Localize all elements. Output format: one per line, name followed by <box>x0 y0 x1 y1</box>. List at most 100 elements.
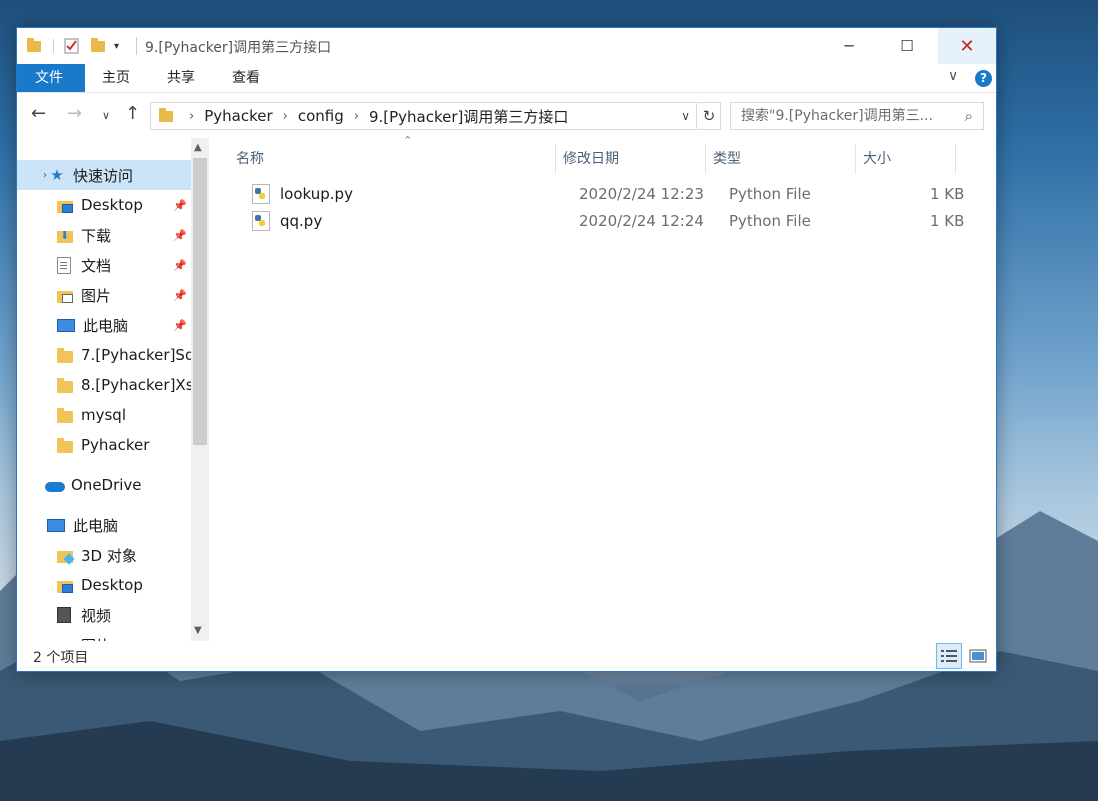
nav-item-documents[interactable]: 文档 📌 <box>17 250 210 280</box>
navigation-scrollbar[interactable]: ▲ ▼ <box>191 138 209 641</box>
column-divider[interactable] <box>555 144 556 174</box>
tab-home[interactable]: 主页 <box>86 64 146 92</box>
file-row-qq[interactable]: qq.py 2020/2/24 12:24 Python File 1 KB <box>222 208 996 234</box>
breadcrumb-separator-icon[interactable]: › <box>283 109 288 124</box>
up-arrow-icon[interactable]: ↑ <box>125 103 140 124</box>
computer-icon <box>47 518 65 532</box>
nav-item-downloads[interactable]: 下载 📌 <box>17 220 210 250</box>
back-arrow-icon[interactable]: ← <box>31 103 46 124</box>
column-divider[interactable] <box>705 144 706 174</box>
nav-item-pyhacker[interactable]: Pyhacker <box>17 430 210 460</box>
pin-icon: 📌 <box>173 228 187 242</box>
nav-item-videos[interactable]: 视频 <box>17 600 210 630</box>
search-input[interactable] <box>739 107 953 125</box>
help-icon[interactable]: ? <box>975 70 992 87</box>
nav-item-desktop[interactable]: Desktop 📌 <box>17 190 210 220</box>
column-header-size[interactable]: 大小 <box>863 144 891 174</box>
search-icon[interactable]: ⌕ <box>965 107 973 125</box>
breadcrumb-separator-icon[interactable]: › <box>354 109 359 124</box>
pictures-folder-icon <box>57 290 73 303</box>
pin-icon: 📌 <box>173 288 187 302</box>
nav-quick-access[interactable]: › ★ 快速访问 <box>17 160 191 190</box>
desktop-folder-icon <box>57 200 73 213</box>
nav-item-label: mysql <box>81 406 126 424</box>
breadcrumb-current-folder[interactable]: 9.[Pyhacker]调用第三方接口 <box>369 106 568 127</box>
nav-onedrive[interactable]: OneDrive <box>17 470 210 500</box>
column-header-name[interactable]: 名称 <box>236 144 264 174</box>
document-icon <box>57 256 71 274</box>
file-row-lookup[interactable]: lookup.py 2020/2/24 12:23 Python File 1 … <box>222 181 996 207</box>
pin-icon: 📌 <box>173 318 187 332</box>
3d-objects-icon <box>57 550 73 563</box>
nav-item-label: 视频 <box>81 606 112 625</box>
nav-item-label: 8.[Pyhacker]Xss <box>81 376 202 394</box>
navigation-bar: ← → ∨ ↑ › Pyhacker › config › 9.[Pyhacke… <box>17 93 996 137</box>
nav-item-label: Pyhacker <box>81 436 150 454</box>
file-type: Python File <box>729 212 811 230</box>
new-folder-icon[interactable] <box>91 37 105 55</box>
pin-icon: 📌 <box>173 198 187 212</box>
video-icon <box>57 607 71 623</box>
breadcrumb-config[interactable]: config <box>298 107 344 125</box>
navigation-pane: › ★ 快速访问 Desktop 📌 下载 📌 文档 📌 图片 📌 此电脑 <box>17 138 210 641</box>
expand-chevron-icon[interactable]: › <box>17 170 47 181</box>
nav-item-label: Desktop <box>81 196 143 214</box>
file-name: lookup.py <box>280 185 353 203</box>
breadcrumb-pyhacker[interactable]: Pyhacker <box>204 107 272 125</box>
tab-file[interactable]: 文件 <box>17 64 85 92</box>
star-icon: ★ <box>50 166 64 184</box>
properties-icon[interactable] <box>64 37 80 55</box>
nav-item-folder-7[interactable]: 7.[Pyhacker]Sql <box>17 340 210 370</box>
details-view-button[interactable] <box>936 643 962 669</box>
column-divider[interactable] <box>855 144 856 174</box>
nav-item-label: 7.[Pyhacker]Sql <box>81 346 199 364</box>
nav-item-label: 文档 <box>81 256 112 275</box>
scrollbar-thumb[interactable] <box>193 158 207 445</box>
nav-item-pc-pictures[interactable]: 图片 <box>17 630 210 641</box>
file-list: ⌃ 名称 修改日期 类型 大小 lookup.py 2020/2/24 12:2… <box>222 134 996 641</box>
python-file-icon <box>252 184 270 204</box>
address-bar[interactable]: › Pyhacker › config › 9.[Pyhacker]调用第三方接… <box>150 102 697 130</box>
forward-arrow-icon[interactable]: → <box>67 103 82 124</box>
column-header-type[interactable]: 类型 <box>713 144 741 174</box>
ribbon-tabs: 文件 主页 共享 查看 ∨ ? <box>17 64 996 93</box>
folder-icon <box>57 347 73 363</box>
file-modified: 2020/2/24 12:23 <box>579 185 704 203</box>
close-button[interactable]: ✕ <box>938 28 996 64</box>
nav-item-3d-objects[interactable]: 3D 对象 <box>17 540 210 570</box>
nav-item-pc-desktop[interactable]: Desktop <box>17 570 210 600</box>
column-divider[interactable] <box>955 144 956 174</box>
customize-toolbar-chevron-icon[interactable]: ▾ <box>114 37 119 55</box>
maximize-button[interactable]: ☐ <box>884 28 930 64</box>
download-folder-icon <box>57 229 73 243</box>
breadcrumb-separator-icon[interactable]: › <box>189 109 194 124</box>
folder-icon <box>57 437 73 453</box>
nav-item-folder-8[interactable]: 8.[Pyhacker]Xss <box>17 370 210 400</box>
column-header-modified[interactable]: 修改日期 <box>563 144 619 174</box>
folder-icon <box>57 377 73 393</box>
title-bar: ▾ 9.[Pyhacker]调用第三方接口 ─ ☐ ✕ <box>17 28 996 64</box>
large-icons-view-button[interactable] <box>965 643 991 669</box>
file-size: 1 KB <box>930 212 965 230</box>
file-modified: 2020/2/24 12:24 <box>579 212 704 230</box>
scroll-down-arrow-icon[interactable]: ▼ <box>194 625 202 636</box>
search-box[interactable]: ⌕ <box>730 102 984 130</box>
nav-item-label: Desktop <box>81 576 143 594</box>
nav-this-pc[interactable]: 此电脑 <box>17 510 210 540</box>
nav-item-pictures[interactable]: 图片 📌 <box>17 280 210 310</box>
nav-item-mysql[interactable]: mysql <box>17 400 210 430</box>
tab-view[interactable]: 查看 <box>216 64 276 92</box>
address-dropdown-chevron-icon[interactable]: ∨ <box>681 109 690 123</box>
refresh-icon[interactable]: ↻ <box>698 102 721 130</box>
pin-icon: 📌 <box>173 258 187 272</box>
nav-item-this-pc-pinned[interactable]: 此电脑 📌 <box>17 310 210 340</box>
tab-share[interactable]: 共享 <box>151 64 211 92</box>
nav-item-label: 3D 对象 <box>81 546 137 565</box>
python-file-icon <box>252 211 270 231</box>
scroll-up-arrow-icon[interactable]: ▲ <box>194 142 202 153</box>
expand-ribbon-chevron-icon[interactable]: ∨ <box>948 68 958 84</box>
nav-item-label: 下载 <box>81 226 112 245</box>
folder-icon <box>27 37 41 55</box>
minimize-button[interactable]: ─ <box>826 28 872 64</box>
recent-locations-chevron-icon[interactable]: ∨ <box>102 109 110 122</box>
